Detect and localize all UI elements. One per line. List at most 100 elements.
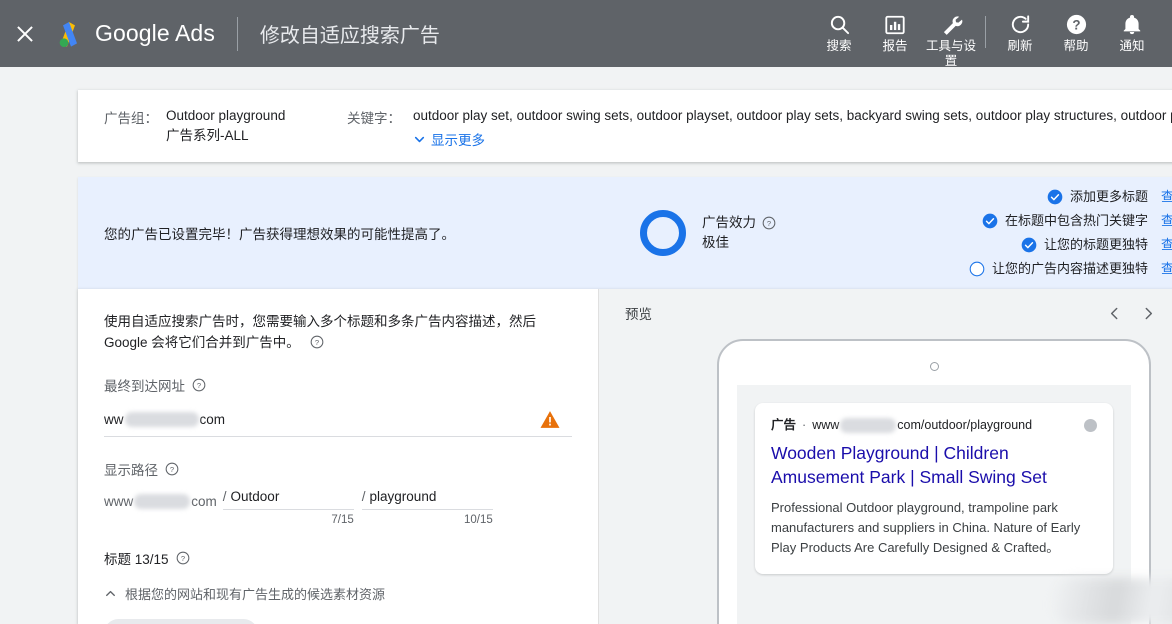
- ad-preview-pane: 预览 广告 · www com/outdoor/playground Woode…: [599, 289, 1172, 624]
- final-url-label-row: 最终到达网址 ?: [104, 375, 572, 395]
- checklist-item[interactable]: 添加更多标题 查看提示: [940, 185, 1172, 209]
- keywords-value: outdoor play set, outdoor swing sets, ou…: [413, 106, 1172, 149]
- svg-text:?: ?: [314, 338, 318, 347]
- path-domain-suffix: com: [191, 494, 217, 509]
- help-circle-icon[interactable]: ?: [762, 216, 776, 230]
- topbar-tools: 搜索 报告 工具与设置 刷新 ? 帮助 通知: [811, 0, 1172, 69]
- chevron-left-icon: [1110, 307, 1117, 319]
- bell-notification-icon: [1121, 11, 1143, 38]
- editor-intro-row: 使用自适应搜索广告时，您需要输入多个标题和多条广告内容描述，然后 Google …: [104, 311, 572, 353]
- ad-group-campaign: 广告系列-ALL: [166, 128, 249, 143]
- info-dot-icon[interactable]: [1084, 418, 1097, 432]
- ad-strength-title-row: 广告效力 ?: [702, 213, 776, 233]
- display-path-2-field[interactable]: / playground 10/15: [361, 489, 493, 526]
- help-question-icon: ?: [1065, 11, 1088, 38]
- checklist-item[interactable]: 让您的广告内容描述更独特 查看提示: [940, 257, 1172, 281]
- topbar-notifications-button[interactable]: 通知: [1104, 0, 1160, 67]
- preview-ad-label: 广告: [771, 418, 797, 432]
- preview-header: 预览: [599, 289, 1172, 337]
- chevron-right-icon: [1145, 307, 1152, 319]
- ad-preview-card: 广告 · www com/outdoor/playground Wooden P…: [755, 403, 1113, 574]
- ad-strength-panel: 您的广告已设置完毕！广告获得理想效果的可能性提高了。 广告效力 ? 极佳 添加更…: [78, 177, 1172, 289]
- topbar-search-button[interactable]: 搜索: [811, 0, 867, 67]
- ad-editor-card: 使用自适应搜索广告时，您需要输入多个标题和多条广告内容描述，然后 Google …: [78, 289, 1172, 624]
- preview-headline[interactable]: Wooden Playground | Children Amusement P…: [771, 441, 1097, 489]
- page-content: 广告组： Outdoor playground 广告系列-ALL 关键字： ou…: [0, 67, 1172, 624]
- show-more-label: 显示更多: [431, 133, 485, 148]
- checklist-item-label: 让您的广告内容描述更独特: [991, 261, 1148, 276]
- topbar-tools-settings-label: 工具与设置: [925, 39, 976, 68]
- checklist-tip-link[interactable]: 查看提示: [1161, 185, 1172, 209]
- ad-group-name: Outdoor playground: [166, 108, 286, 123]
- preview-next-button[interactable]: [1131, 296, 1165, 330]
- help-circle-icon[interactable]: ?: [310, 335, 324, 349]
- display-path-1-field[interactable]: / Outdoor 7/15: [222, 489, 354, 526]
- ad-group-value: Outdoor playground 广告系列-ALL: [166, 106, 347, 146]
- refresh-icon: [1009, 11, 1032, 38]
- chevron-down-icon: [414, 136, 425, 142]
- checklist-tip-link[interactable]: 查看提示: [1161, 233, 1172, 257]
- app-top-bar: Google Ads 修改自适应搜索广告 搜索 报告 工具与设置 刷新 ? 帮助…: [0, 0, 1172, 69]
- checklist-tip-link[interactable]: 查看提示: [1161, 257, 1172, 281]
- ad-group-label: 广告组：: [104, 111, 158, 126]
- topbar-help-button[interactable]: ? 帮助: [1048, 0, 1104, 67]
- display-path-1-input[interactable]: / Outdoor: [222, 489, 354, 510]
- topbar-tools-settings-button[interactable]: 工具与设置: [923, 0, 979, 69]
- path-1-value: Outdoor: [230, 489, 280, 504]
- suggestion-chip-indoor-playground[interactable]: + Indoor playground: [104, 619, 259, 624]
- topbar-notifications-label: 通知: [1119, 39, 1145, 53]
- help-circle-icon[interactable]: ?: [192, 378, 206, 392]
- preview-url-row: 广告 · www com/outdoor/playground: [771, 417, 1097, 433]
- preview-url-prefix: www: [812, 418, 840, 432]
- warning-triangle-icon[interactable]: [540, 410, 560, 429]
- display-path-label-row: 显示路径 ?: [104, 459, 572, 479]
- help-circle-icon[interactable]: ?: [176, 551, 190, 565]
- topbar-refresh-label: 刷新: [1007, 39, 1033, 53]
- preview-pause-button[interactable]: [1165, 296, 1172, 330]
- topbar-help-label: 帮助: [1063, 39, 1089, 53]
- toolbar-divider: [985, 16, 986, 48]
- brand-title: Google Ads: [95, 20, 215, 46]
- suggestions-toggle-label: 根据您的网站和现有广告生成的候选素材资源: [125, 587, 386, 602]
- topbar-refresh-button[interactable]: 刷新: [992, 0, 1048, 67]
- svg-text:?: ?: [767, 219, 771, 228]
- redacted-overlay: [1053, 578, 1172, 624]
- help-circle-icon[interactable]: ?: [165, 462, 179, 476]
- path-1-counter: 7/15: [331, 514, 354, 526]
- final-url-value: ww com: [104, 412, 225, 427]
- final-url-field[interactable]: ww com: [104, 403, 572, 437]
- checklist-item[interactable]: 让您的标题更独特 查看提示: [940, 233, 1172, 257]
- check-filled-icon: [1047, 189, 1063, 205]
- display-path-domain: www com: [104, 489, 217, 509]
- checklist-tip-link[interactable]: 查看提示: [1161, 209, 1172, 233]
- svg-text:?: ?: [197, 381, 201, 390]
- topbar-reports-label: 报告: [882, 39, 908, 53]
- path-1-slash: /: [222, 489, 227, 504]
- redacted-domain: [134, 494, 191, 509]
- final-url-prefix: ww: [104, 412, 124, 427]
- path-domain-prefix: www: [104, 494, 134, 509]
- display-path-2-input[interactable]: / playground: [361, 489, 493, 510]
- ad-strength-text: 广告效力 ? 极佳: [702, 213, 776, 253]
- checklist-item-label: 在标题中包含热门关键字: [1004, 213, 1148, 228]
- check-filled-icon: [1021, 237, 1037, 253]
- path-2-counter: 10/15: [463, 514, 493, 526]
- show-more-keywords-button[interactable]: 显示更多: [413, 129, 1172, 149]
- page-title: 修改自适应搜索广告: [259, 25, 440, 47]
- svg-text:?: ?: [1072, 17, 1080, 32]
- ad-strength-value: 极佳: [702, 235, 729, 250]
- ad-strength-meter: 广告效力 ? 极佳: [640, 210, 940, 256]
- suggestions-toggle-button[interactable]: 根据您的网站和现有广告生成的候选素材资源: [104, 584, 572, 603]
- redacted-domain: [840, 417, 897, 433]
- checklist-item[interactable]: 在标题中包含热门关键字 查看提示: [940, 209, 1172, 233]
- close-icon[interactable]: [14, 23, 36, 45]
- keywords-text: outdoor play set, outdoor swing sets, ou…: [413, 108, 1172, 123]
- svg-text:?: ?: [170, 465, 174, 474]
- ad-strength-checklist: 添加更多标题 查看提示 在标题中包含热门关键字 查看提示 让您的标题更独特 查看…: [940, 185, 1172, 281]
- preview-prev-button[interactable]: [1097, 296, 1131, 330]
- redacted-domain: [124, 412, 199, 427]
- final-url-suffix: com: [199, 412, 226, 427]
- check-empty-icon: [969, 261, 985, 277]
- path-2-value: playground: [369, 489, 437, 504]
- topbar-reports-button[interactable]: 报告: [867, 0, 923, 67]
